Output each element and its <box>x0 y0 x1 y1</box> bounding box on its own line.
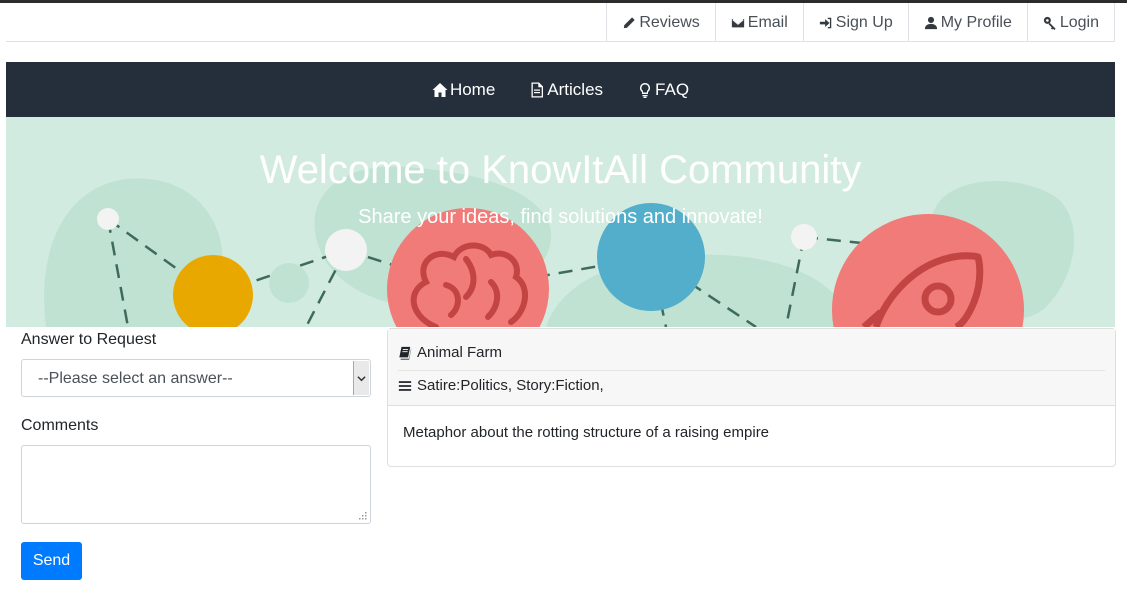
resize-handle-icon[interactable] <box>359 512 367 520</box>
lightbulb-icon <box>640 82 651 98</box>
send-button[interactable]: Send <box>21 542 82 580</box>
key-icon <box>1043 16 1056 30</box>
card-title: Animal Farm <box>417 344 503 361</box>
nav-email-label: Email <box>747 13 788 31</box>
nav-home-label: Home <box>449 79 496 99</box>
home-icon <box>432 82 448 97</box>
top-navigation: Reviews Email Sign Up My Profile Login <box>6 3 1115 42</box>
select-dropdown-button[interactable] <box>353 361 369 395</box>
top-nav-list: Reviews Email Sign Up My Profile Login <box>606 3 1115 42</box>
envelope-icon <box>731 18 744 27</box>
card-tags: Satire:Politics, Story:Fiction, <box>417 377 604 394</box>
comments-textarea[interactable] <box>21 445 371 524</box>
nav-profile-link[interactable]: My Profile <box>907 3 1027 42</box>
nav-faq-label: FAQ <box>655 79 690 99</box>
nav-reviews-link[interactable]: Reviews <box>606 3 714 42</box>
card-tags-row: Satire:Politics, Story:Fiction, <box>398 377 604 394</box>
user-icon <box>924 16 937 29</box>
sign-in-icon <box>819 17 832 28</box>
hero-banner: Welcome to KnowItAll Community Share you… <box>6 117 1115 327</box>
card-title-row: Animal Farm <box>398 344 502 361</box>
answer-select[interactable]: --Please select an answer-- <box>21 359 371 397</box>
nav-profile-label: My Profile <box>940 13 1012 31</box>
card-header: Animal Farm Satire:Politics, Story:Ficti… <box>388 329 1115 406</box>
hero-subtitle: Share your ideas, find solutions and inn… <box>358 206 763 228</box>
nav-login-label: Login <box>1059 13 1099 31</box>
document-icon <box>531 82 544 97</box>
nav-signup-label: Sign Up <box>835 13 893 31</box>
book-icon <box>399 346 412 360</box>
nav-signup-link[interactable]: Sign Up <box>802 3 908 42</box>
nav-faq-link[interactable]: FAQ <box>637 80 689 100</box>
main-navbar: Home Articles FAQ <box>6 62 1115 117</box>
card-description: Metaphor about the rotting structure of … <box>403 424 770 441</box>
hero-title: Welcome to KnowItAll Community <box>259 148 862 192</box>
nav-articles-link[interactable]: Articles <box>529 80 603 100</box>
card-divider <box>398 370 1105 371</box>
nav-reviews-label: Reviews <box>639 13 700 31</box>
list-icon <box>398 380 412 391</box>
nav-email-link[interactable]: Email <box>714 3 803 42</box>
nav-login-link[interactable]: Login <box>1026 3 1115 42</box>
pencil-icon <box>624 16 635 28</box>
article-card: Animal Farm Satire:Politics, Story:Ficti… <box>387 328 1116 467</box>
chevron-down-icon <box>357 375 366 381</box>
answer-select-value: --Please select an answer-- <box>38 370 233 387</box>
comments-label: Comments <box>21 417 99 434</box>
answer-label: Answer to Request <box>21 331 157 348</box>
nav-articles-label: Articles <box>547 79 604 99</box>
nav-home-link[interactable]: Home <box>432 80 495 100</box>
